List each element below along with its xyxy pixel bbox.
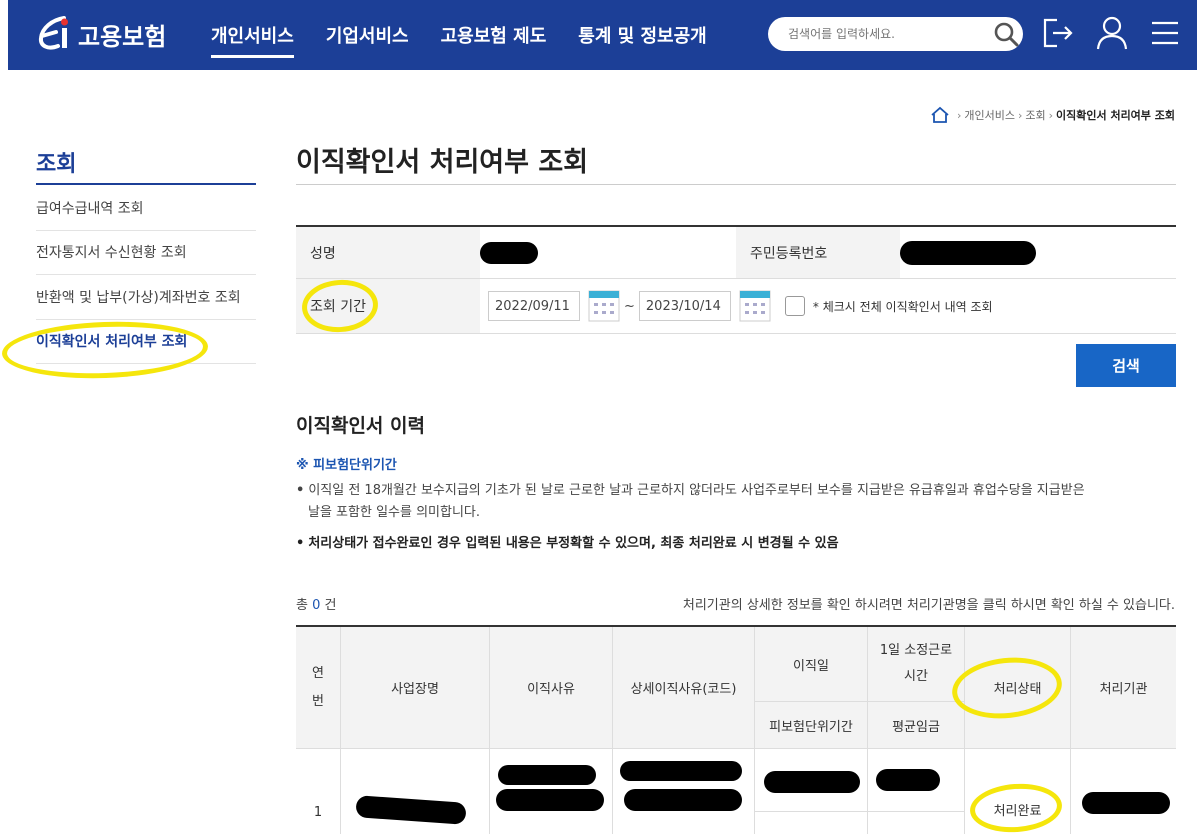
redacted-reason-detail-1 xyxy=(620,761,742,781)
page-title: 이직확인서 처리여부 조회 xyxy=(296,147,589,178)
note-line-2: 날을 포함한 일수를 의미합니다. xyxy=(308,505,481,520)
redacted-agency[interactable] xyxy=(1082,792,1170,814)
period-value: ~ * 체크시 전체 이직확인서 내역 조회 xyxy=(480,279,993,333)
name-label: 성명 xyxy=(296,227,480,278)
user-icon[interactable] xyxy=(1095,15,1129,51)
title-divider xyxy=(296,184,1176,185)
name-value xyxy=(480,227,736,278)
sidebar-divider xyxy=(36,183,256,185)
redacted-daily-hours xyxy=(876,769,940,791)
bullet-mark: • xyxy=(296,483,305,498)
main-nav: 개인서비스 기업서비스 고용보험 제도 통계 및 정보공개 xyxy=(211,22,739,58)
breadcrumb-separator: › xyxy=(1017,108,1023,122)
period-label: 조회 기간 xyxy=(296,279,480,333)
th-avg-wage: 평균임금 xyxy=(868,702,964,748)
redacted-reason-2 xyxy=(496,789,604,811)
top-header: 고용보험 개인서비스 기업서비스 고용보험 제도 통계 및 정보공개 xyxy=(8,0,1197,70)
grid-line xyxy=(1070,627,1071,834)
nav-personal-services[interactable]: 개인서비스 xyxy=(211,22,294,58)
all-history-checkbox[interactable] xyxy=(784,296,805,316)
logo-text: 고용보험 xyxy=(78,22,167,51)
search-button[interactable]: 검색 xyxy=(1076,344,1176,387)
redacted-rrn xyxy=(900,240,1036,265)
rrn-label: 주민등록번호 xyxy=(736,227,900,278)
redacted-company xyxy=(355,795,467,825)
td-no: 1 xyxy=(313,804,323,820)
breadcrumb-inquiry[interactable]: 조회 xyxy=(1025,107,1045,123)
calendar-from-icon[interactable] xyxy=(588,290,620,322)
history-table: 연번 사업장명 이직사유 상세이직사유(코드) 이직일 피보험단위기간 1일 소… xyxy=(296,625,1176,834)
sidebar-menu: 급여수급내역 조회 전자통지서 수신현황 조회 반환액 및 납부(가상)계좌번호… xyxy=(36,186,256,364)
sidebar-title: 조회 xyxy=(36,152,77,177)
search-icon[interactable] xyxy=(993,21,1019,47)
nav-business-services[interactable]: 기업서비스 xyxy=(326,22,409,54)
ei-logo[interactable]: 고용보험 xyxy=(34,12,166,56)
th-daily-hours: 1일 소정근로 시간 xyxy=(868,627,964,701)
th-status: 처리상태 xyxy=(965,627,1070,748)
bullet-mark: • xyxy=(296,536,305,551)
th-reason-detail: 상세이직사유(코드) xyxy=(613,627,754,748)
form-row-period: 조회 기간 ~ * 체크시 전체 이직확인서 내역 조회 xyxy=(296,279,1176,334)
th-company: 사업장명 xyxy=(341,627,489,748)
redacted-reason-1 xyxy=(498,765,596,785)
th-no-text: 연번 xyxy=(312,665,324,709)
home-icon[interactable] xyxy=(930,106,950,124)
sidebar-item-benefit-history[interactable]: 급여수급내역 조회 xyxy=(36,186,256,231)
grid-line xyxy=(867,627,868,834)
th-agency: 처리기관 xyxy=(1071,627,1176,748)
grid-line xyxy=(340,627,341,834)
search-box xyxy=(768,17,1023,51)
td-status: 처리완료 xyxy=(993,803,1042,819)
note-text: • 이직일 전 18개월간 보수지급의 기초가 된 날로 근로한 날과 근로하지 … xyxy=(296,480,1166,524)
total-prefix: 총 xyxy=(296,598,308,613)
note-title: ※ 피보험단위기간 xyxy=(296,458,397,473)
form-row-identity: 성명 주민등록번호 xyxy=(296,227,1176,279)
redacted-leave-date xyxy=(764,771,860,793)
agency-hint: 처리기관의 상세한 정보를 확인 하시려면 처리기관명을 클릭 하시면 확인 하… xyxy=(682,598,1175,613)
sidebar-item-separation-status[interactable]: 이직확인서 처리여부 조회 xyxy=(36,320,256,364)
calendar-to-icon[interactable] xyxy=(739,290,771,322)
date-range-separator: ~ xyxy=(624,298,635,314)
search-input[interactable] xyxy=(788,17,988,51)
menu-icon[interactable] xyxy=(1148,15,1182,51)
breadcrumb: › 개인서비스 › 조회 › 이직확인서 처리여부 조회 xyxy=(930,106,1175,124)
total-count: 총 0 건 xyxy=(296,594,337,613)
note-line-1: 이직일 전 18개월간 보수지급의 기초가 된 날로 근로한 날과 근로하지 않… xyxy=(308,483,1085,498)
th-no: 연번 xyxy=(296,627,340,748)
breadcrumb-separator: › xyxy=(1048,108,1054,122)
grid-line xyxy=(296,748,1176,749)
breadcrumb-separator: › xyxy=(956,108,962,122)
nav-insurance-system[interactable]: 고용보험 제도 xyxy=(441,22,547,54)
rrn-value xyxy=(900,227,1036,278)
nav-statistics[interactable]: 통계 및 정보공개 xyxy=(578,22,706,54)
th-reason: 이직사유 xyxy=(490,627,612,748)
logout-icon[interactable] xyxy=(1041,15,1075,51)
grid-line xyxy=(755,811,964,812)
grid-line xyxy=(755,701,964,702)
redacted-name xyxy=(480,241,538,264)
date-to-input[interactable] xyxy=(638,291,731,321)
breadcrumb-personal[interactable]: 개인서비스 xyxy=(964,107,1015,123)
ei-logo-icon xyxy=(38,16,68,50)
total-count-value: 0 xyxy=(312,598,321,613)
total-suffix: 건 xyxy=(324,598,337,613)
redacted-reason-detail-2 xyxy=(624,789,742,811)
search-form: 성명 주민등록번호 조회 기간 ~ xyxy=(296,225,1176,334)
status-note-text: 처리상태가 접수완료인 경우 입력된 내용은 부정확할 수 있으며, 최종 처리… xyxy=(308,536,839,551)
th-leave-date: 이직일 xyxy=(755,627,867,701)
th-insured-period: 피보험단위기간 xyxy=(755,702,867,748)
breadcrumb-current: 이직확인서 처리여부 조회 xyxy=(1056,109,1175,122)
grid-line xyxy=(754,627,755,834)
sidebar-item-refund-account[interactable]: 반환액 및 납부(가상)계좌번호 조회 xyxy=(36,275,256,320)
status-note: • 처리상태가 접수완료인 경우 입력된 내용은 부정확할 수 있으며, 최종 처… xyxy=(296,533,1166,555)
sidebar-item-e-notice[interactable]: 전자통지서 수신현황 조회 xyxy=(36,231,256,275)
all-history-checkbox-label: * 체크시 전체 이직확인서 내역 조회 xyxy=(812,299,993,314)
grid-line xyxy=(489,627,490,834)
date-from-input[interactable] xyxy=(488,291,580,321)
grid-line xyxy=(612,627,613,834)
history-section-title: 이직확인서 이력 xyxy=(296,415,425,437)
